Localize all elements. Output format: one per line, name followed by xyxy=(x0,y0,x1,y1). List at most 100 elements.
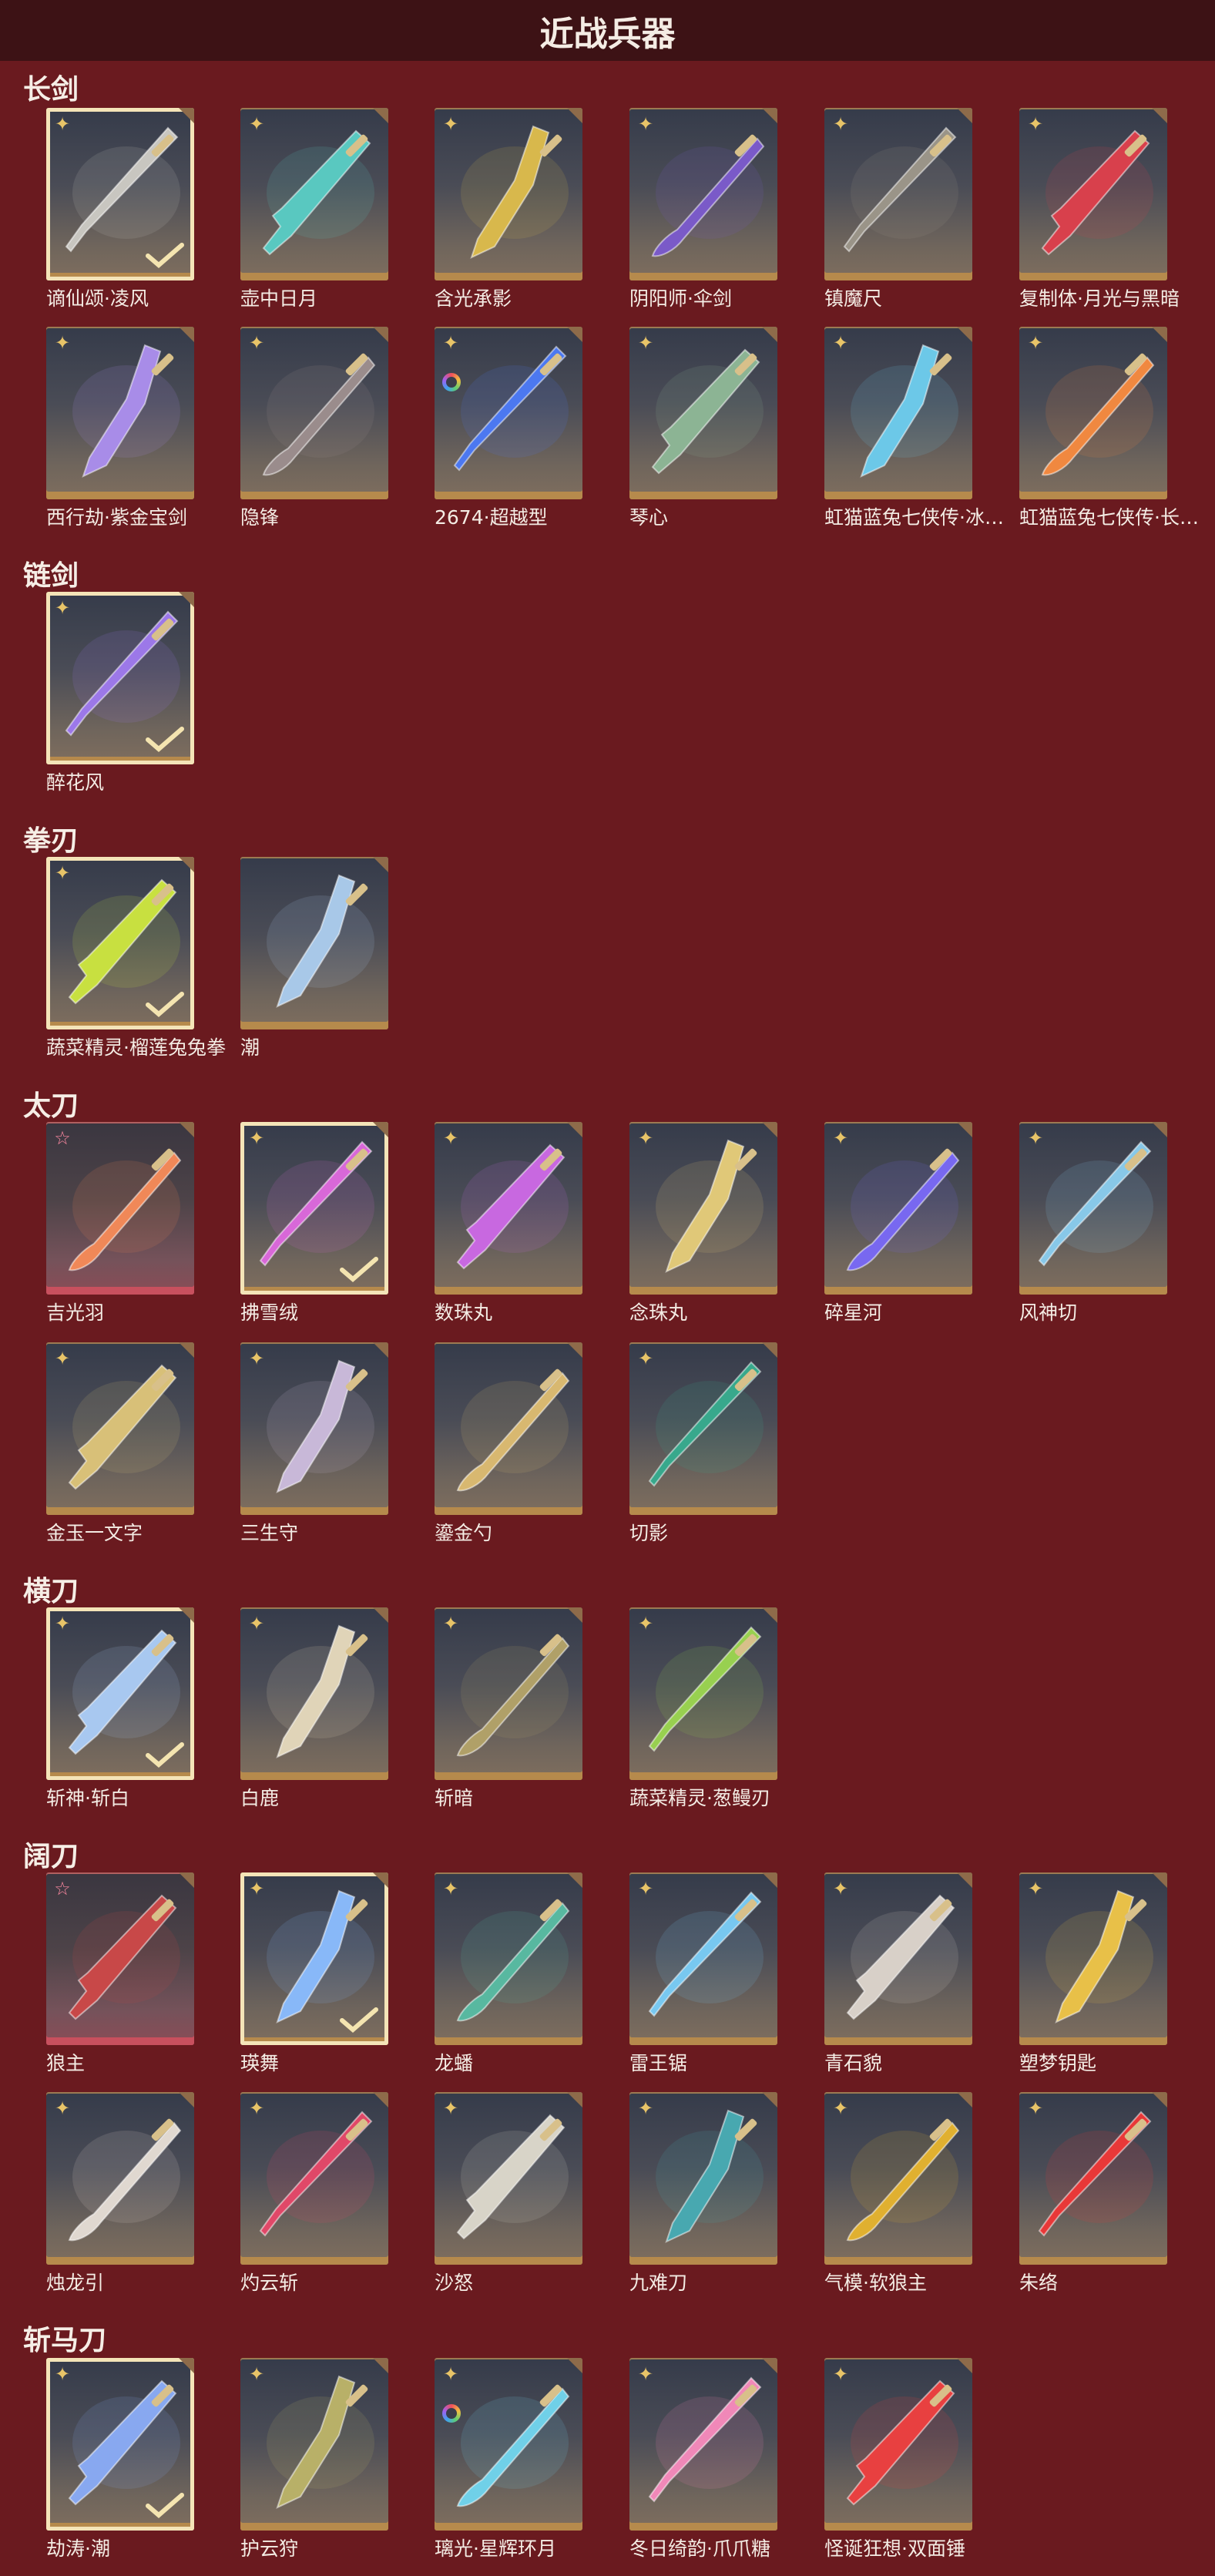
weapon-item[interactable]: ✦ 龙蟠 xyxy=(435,1872,582,2074)
weapon-item[interactable]: ✦ 灼云斩 xyxy=(240,2092,388,2294)
weapon-card[interactable]: ☆ xyxy=(46,1122,194,1295)
weapon-item[interactable]: ✦ 金玉一文字 xyxy=(46,1342,194,1544)
weapon-item[interactable]: ✦ 复制体·月光与黑暗 xyxy=(1019,108,1180,310)
weapon-item[interactable]: ✦ 气模·软狼主 xyxy=(824,2092,972,2294)
weapon-item[interactable]: ✦ 琴心 xyxy=(629,327,777,529)
weapon-item[interactable]: ✦ 数珠丸 xyxy=(435,1122,582,1324)
weapon-card[interactable]: ✦ xyxy=(824,1122,972,1295)
weapon-card[interactable]: ✦ xyxy=(46,857,194,1029)
weapon-item[interactable]: ✦ 白鹿 xyxy=(240,1607,388,1809)
quality-star-icon: ✦ xyxy=(54,862,71,884)
weapon-item[interactable]: ☆ 吉光羽 xyxy=(46,1122,194,1324)
weapon-item[interactable]: ✦ 青石貌 xyxy=(824,1872,972,2074)
weapon-item[interactable]: ✦ 西行劫·紫金宝剑 xyxy=(46,327,194,529)
weapon-card[interactable]: ✦ xyxy=(824,1872,972,2045)
corner-tab-icon xyxy=(373,108,388,123)
weapon-item[interactable]: ✦ 虹猫蓝兔七侠传·长虹... xyxy=(1019,327,1212,529)
weapon-item[interactable]: ✦ 斩神·斩白 xyxy=(46,1607,194,1809)
weapon-item[interactable]: ✦ 护云狩 xyxy=(240,2358,388,2560)
weapon-item[interactable]: ✦ 谪仙颂·凌风 xyxy=(46,108,194,310)
weapon-card[interactable]: ✦ xyxy=(1019,327,1167,499)
weapon-card[interactable]: ✦ xyxy=(629,1607,777,1780)
weapon-card[interactable]: ✦ xyxy=(629,2358,777,2531)
weapon-card[interactable]: ✦ xyxy=(240,2358,388,2531)
weapon-item[interactable]: ✦ 怪诞狂想·双面锤 xyxy=(824,2358,972,2560)
weapon-item[interactable]: 潮 xyxy=(240,857,388,1059)
weapon-item[interactable]: ✦ 瑛舞 xyxy=(240,1872,388,2074)
weapon-item[interactable]: ✦ 沙怒 xyxy=(435,2092,582,2294)
weapon-card[interactable]: ✦ xyxy=(629,1872,777,2045)
weapon-item[interactable]: ✦ 虹猫蓝兔七侠传·冰魄... xyxy=(824,327,1017,529)
weapon-item[interactable]: ✦ 碎星河 xyxy=(824,1122,972,1324)
weapon-card[interactable]: ✦ xyxy=(240,1342,388,1515)
weapon-item[interactable]: ✦ 朱络 xyxy=(1019,2092,1167,2294)
weapon-item[interactable]: ✦ 蔬菜精灵·葱鳗刃 xyxy=(629,1607,777,1809)
weapon-item[interactable]: ✦ 念珠丸 xyxy=(629,1122,777,1324)
weapon-card[interactable]: ✦ xyxy=(46,1607,194,1780)
weapon-card[interactable]: ✦ xyxy=(1019,1122,1167,1295)
weapon-card[interactable]: ✦ xyxy=(629,2092,777,2265)
weapon-item[interactable]: ✦ 雷王锯 xyxy=(629,1872,777,2074)
weapon-image xyxy=(456,2114,569,2240)
weapon-card[interactable]: ✦ xyxy=(46,1342,194,1515)
weapon-card[interactable]: ✦ xyxy=(46,2358,194,2531)
weapon-card[interactable] xyxy=(435,1342,582,1515)
weapon-item[interactable]: ✦ 拂雪绒 xyxy=(240,1122,388,1324)
weapon-item[interactable]: 鎏金勺 xyxy=(435,1342,582,1544)
weapon-card[interactable]: ✦ xyxy=(629,1122,777,1295)
weapon-item[interactable]: ✦ 阴阳师·伞剑 xyxy=(629,108,777,310)
weapon-card[interactable]: ✦ xyxy=(435,327,582,499)
weapon-item[interactable]: ✦ 风神切 xyxy=(1019,1122,1167,1324)
weapon-item[interactable]: ✦ 九难刀 xyxy=(629,2092,777,2294)
quality-star-icon: ✦ xyxy=(832,1127,849,1149)
weapon-card[interactable]: ✦ xyxy=(629,327,777,499)
weapon-card[interactable]: ✦ xyxy=(824,2092,972,2265)
weapon-card[interactable]: ✦ xyxy=(240,108,388,280)
weapon-item[interactable]: ✦ 劫涛·潮 xyxy=(46,2358,194,2560)
weapon-item[interactable]: ✦ 醉花风 xyxy=(46,592,194,794)
weapon-card[interactable]: ✦ xyxy=(435,1607,582,1780)
weapon-item[interactable]: ✦ 塑梦钥匙 xyxy=(1019,1872,1167,2074)
weapon-card[interactable]: ✦ xyxy=(1019,108,1167,280)
weapon-card[interactable]: ✦ xyxy=(824,2358,972,2531)
weapon-card[interactable]: ☆ xyxy=(46,1872,194,2045)
weapon-item[interactable]: ✦ 斩暗 xyxy=(435,1607,582,1809)
weapon-card[interactable]: ✦ xyxy=(1019,1872,1167,2045)
weapon-item[interactable]: ✦ 璃光·星辉环月 xyxy=(435,2358,582,2560)
weapon-card[interactable]: ✦ xyxy=(46,108,194,280)
weapon-card[interactable]: ✦ xyxy=(46,327,194,499)
weapon-card[interactable]: ✦ xyxy=(824,108,972,280)
weapon-card[interactable]: ✦ xyxy=(824,327,972,499)
weapon-item[interactable]: ✦ 含光承影 xyxy=(435,108,582,310)
weapon-card[interactable]: ✦ xyxy=(435,1872,582,2045)
weapon-card[interactable]: ✦ xyxy=(435,108,582,280)
weapon-item[interactable]: ✦ 冬日绮韵·爪爪糖 xyxy=(629,2358,777,2560)
weapon-item[interactable]: ✦ 烛龙引 xyxy=(46,2092,194,2294)
weapon-card[interactable]: ✦ xyxy=(629,1342,777,1515)
weapon-card[interactable]: ✦ xyxy=(240,327,388,499)
weapon-item[interactable]: ✦ 三生守 xyxy=(240,1342,388,1544)
weapon-image xyxy=(1038,1140,1153,1267)
weapon-card[interactable]: ✦ xyxy=(240,2092,388,2265)
rare-star-icon: ☆ xyxy=(54,1878,71,1899)
weapon-card[interactable]: ✦ xyxy=(1019,2092,1167,2265)
weapon-card[interactable]: ✦ xyxy=(629,108,777,280)
weapon-item[interactable]: ✦ 镇魔尺 xyxy=(824,108,972,310)
weapon-card[interactable]: ✦ xyxy=(240,1607,388,1780)
weapon-card[interactable]: ✦ xyxy=(435,2092,582,2265)
weapon-card[interactable]: ✦ xyxy=(435,2358,582,2531)
weapon-card[interactable]: ✦ xyxy=(46,2092,194,2265)
weapon-item[interactable]: ✦ 蔬菜精灵·榴莲兔兔拳 xyxy=(46,857,226,1059)
weapon-item[interactable]: ✦ 壶中日月 xyxy=(240,108,388,310)
weapon-card[interactable]: ✦ xyxy=(240,1872,388,2045)
weapon-name: 蔬菜精灵·葱鳗刃 xyxy=(629,1787,770,1809)
weapon-card[interactable]: ✦ xyxy=(46,592,194,764)
weapon-item[interactable]: ☆ 狼主 xyxy=(46,1872,194,2074)
weapon-item[interactable]: ✦ 2674·超越型 xyxy=(435,327,582,529)
weapon-card[interactable]: ✦ xyxy=(240,1122,388,1295)
corner-tab-icon xyxy=(762,1607,777,1623)
weapon-item[interactable]: ✦ 切影 xyxy=(629,1342,777,1544)
weapon-item[interactable]: ✦ 隐锋 xyxy=(240,327,388,529)
weapon-card[interactable] xyxy=(240,857,388,1029)
weapon-card[interactable]: ✦ xyxy=(435,1122,582,1295)
